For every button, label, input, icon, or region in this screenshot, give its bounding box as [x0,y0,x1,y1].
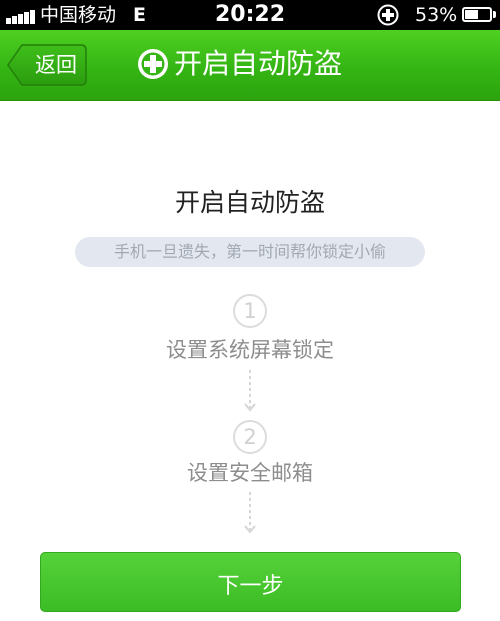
subtitle-pill: 手机一旦遗失，第一时间帮你锁定小偷 [75,237,425,267]
next-step-button[interactable]: 下一步 [40,552,461,612]
battery-percent: 53% [415,4,458,26]
step-1-number-badge: 1 [233,294,267,328]
back-button[interactable]: 返回 [7,44,87,86]
battery-level-fill [465,10,478,19]
security-plus-icon [377,4,399,26]
shield-plus-icon [138,49,168,79]
page-title: 开启自动防盗 [174,47,343,80]
back-button-label: 返回 [35,53,77,77]
battery-icon [462,7,492,22]
navigation-bar: 返回 开启自动防盗 [0,30,500,101]
status-bar: 中国移动 E 20:22 53% [0,0,500,30]
step-connector-arrow-icon [244,370,256,412]
main-heading: 开启自动防盗 [174,188,325,217]
step-2-label: 设置安全邮箱 [187,461,313,485]
step-2-number-badge: 2 [233,420,267,454]
step-connector-arrow-icon [244,492,256,534]
battery-tip [493,11,496,18]
step-1-label: 设置系统屏幕锁定 [166,338,334,362]
